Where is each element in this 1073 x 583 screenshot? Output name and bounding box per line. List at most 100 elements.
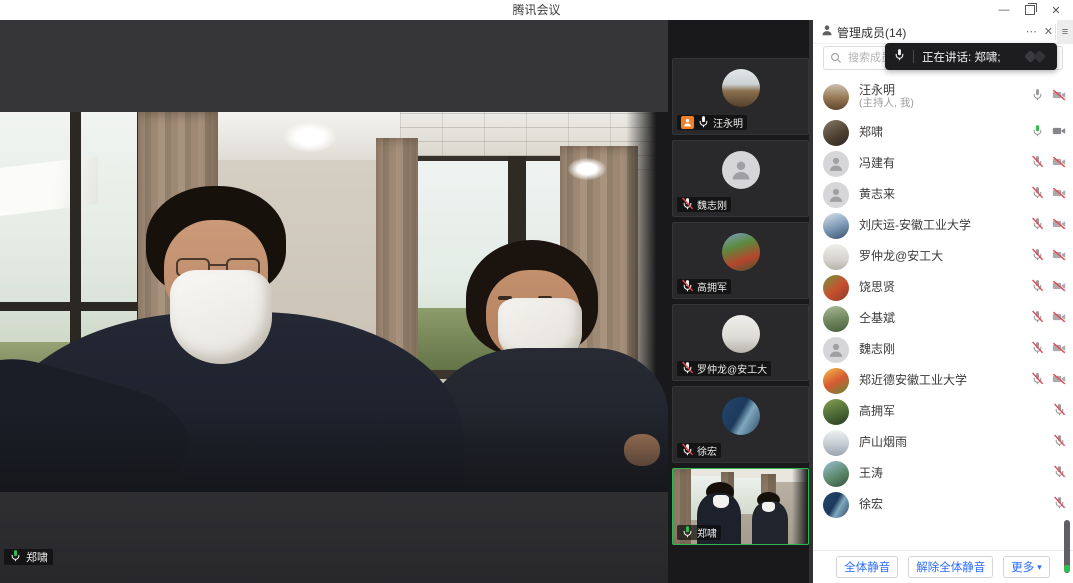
member-avatar	[823, 306, 849, 332]
more-button[interactable]: 更多 ▾	[1003, 556, 1050, 578]
member-avatar	[823, 182, 849, 208]
panel-footer: 全体静音 解除全体静音 更多 ▾	[813, 550, 1073, 583]
member-row[interactable]: 汪永明 (主持人, 我)	[813, 76, 1073, 117]
active-speaker-scroll-marker	[1064, 565, 1070, 572]
member-row[interactable]: 王涛	[813, 458, 1073, 489]
member-manage-icon	[821, 23, 833, 41]
member-name: 徐宏	[859, 497, 883, 511]
mic-muted-icon	[1031, 155, 1044, 173]
camera-off-icon	[1052, 279, 1066, 297]
close-button[interactable]: ✕	[1043, 0, 1069, 20]
tencent-meeting-logo-watermark	[1023, 50, 1049, 63]
panel-menu-button[interactable]: ≡	[1057, 20, 1073, 44]
participant-thumbnail[interactable]: 罗仲龙@安工大	[672, 304, 809, 381]
member-avatar	[823, 399, 849, 425]
participant-avatar	[722, 233, 760, 271]
thumbnail-name-badge: 高拥军	[677, 279, 731, 294]
caret-down-icon: ▾	[1037, 563, 1042, 572]
member-name: 冯建有	[859, 156, 895, 170]
participant-avatar	[722, 151, 760, 189]
mic-on-icon	[1031, 88, 1044, 106]
ceiling-light	[568, 158, 606, 180]
mic-muted-icon	[681, 361, 694, 377]
thumbnail-name-badge: 汪永明	[677, 115, 747, 130]
person-left-face-mask	[170, 270, 272, 364]
member-row[interactable]: 饶思贤	[813, 272, 1073, 303]
thumbnail-name-badge: 郑啸	[677, 525, 721, 540]
mic-muted-icon	[1031, 341, 1044, 359]
mic-speaking-icon	[9, 549, 22, 565]
speaker-name-badge: 郑啸	[4, 549, 53, 565]
member-row[interactable]: 冯建有	[813, 148, 1073, 179]
member-name: 罗仲龙@安工大	[859, 249, 943, 263]
member-avatar	[823, 151, 849, 177]
member-row[interactable]: 郑近德安徽工业大学	[813, 365, 1073, 396]
participant-name: 郑啸	[697, 525, 717, 540]
mic-muted-icon	[1053, 403, 1066, 421]
window-frame	[0, 302, 148, 311]
main-speaker-video[interactable]: 郑啸	[0, 20, 668, 583]
participant-thumbnail[interactable]: 徐宏	[672, 386, 809, 463]
member-name: 饶思贤	[859, 280, 895, 294]
member-name: 黄志来	[859, 187, 895, 201]
panel-close-button[interactable]: ✕	[1044, 27, 1053, 38]
participant-avatar	[722, 397, 760, 435]
video-letterbox-bottom	[0, 492, 668, 583]
member-name: 魏志刚	[859, 342, 895, 356]
member-row[interactable]: 仝基斌	[813, 303, 1073, 334]
mute-all-button[interactable]: 全体静音	[836, 556, 898, 578]
mic-muted-icon	[681, 443, 694, 459]
member-list-scrollbar[interactable]	[1064, 520, 1070, 573]
member-row[interactable]: 高拥军	[813, 396, 1073, 427]
participant-name: 高拥军	[697, 279, 727, 294]
mic-muted-icon	[1031, 279, 1044, 297]
participant-avatar	[722, 315, 760, 353]
participant-name: 徐宏	[697, 443, 717, 458]
participant-thumbnail[interactable]: 魏志刚	[672, 140, 809, 217]
speaker-name: 郑啸	[26, 549, 48, 565]
microphone-icon	[893, 48, 906, 66]
participant-thumbnail[interactable]: 汪永明	[672, 58, 809, 135]
camera-off-icon	[1052, 310, 1066, 328]
member-row[interactable]: 庐山烟雨	[813, 427, 1073, 458]
mic-speaking-icon	[1031, 124, 1044, 142]
participant-thumbnail[interactable]: 郑啸	[672, 468, 809, 545]
panel-more-button[interactable]: ⋯	[1026, 27, 1037, 38]
member-row[interactable]: 徐宏	[813, 489, 1073, 520]
member-row[interactable]: 郑啸	[813, 117, 1073, 148]
meeting-content: 郑啸 汪永明 魏志刚 高拥军	[0, 20, 1073, 583]
member-avatar	[823, 492, 849, 518]
member-avatar	[823, 275, 849, 301]
member-row[interactable]: 罗仲龙@安工大	[813, 241, 1073, 272]
member-avatar	[823, 430, 849, 456]
maximize-icon	[1025, 5, 1035, 15]
member-name: 王涛	[859, 466, 883, 480]
member-list[interactable]: 汪永明 (主持人, 我) 郑啸 冯建有 黄志来	[813, 76, 1073, 550]
camera-off-icon	[1052, 217, 1066, 235]
member-avatar	[823, 244, 849, 270]
participant-name: 魏志刚	[697, 197, 727, 212]
mic-muted-icon	[681, 197, 694, 213]
window-controls: — ✕	[991, 0, 1069, 20]
mic-muted-icon	[1031, 248, 1044, 266]
camera-off-icon	[1052, 155, 1066, 173]
member-row[interactable]: 魏志刚	[813, 334, 1073, 365]
member-row[interactable]: 刘庆运-安徽工业大学	[813, 210, 1073, 241]
participant-thumbnail-strip[interactable]: 汪永明 魏志刚 高拥军 罗仲龙@安工大 徐宏	[668, 20, 813, 583]
participant-thumbnail[interactable]: 高拥军	[672, 222, 809, 299]
member-name: 刘庆运-安徽工业大学	[859, 218, 971, 232]
ceiling-light	[284, 122, 336, 152]
member-name: 汪永明	[859, 83, 914, 97]
member-name: 郑啸	[859, 125, 883, 139]
thumbnail-name-badge: 徐宏	[677, 443, 721, 458]
member-avatar	[823, 84, 849, 110]
participant-name: 罗仲龙@安工大	[697, 361, 767, 376]
unmute-all-button[interactable]: 解除全体静音	[908, 556, 993, 578]
mic-muted-icon	[1053, 465, 1066, 483]
thumbnail-name-badge: 罗仲龙@安工大	[677, 361, 771, 376]
divider	[913, 50, 914, 63]
maximize-button[interactable]	[1017, 0, 1043, 20]
member-row[interactable]: 黄志来	[813, 179, 1073, 210]
minimize-button[interactable]: —	[991, 0, 1017, 20]
member-avatar	[823, 461, 849, 487]
